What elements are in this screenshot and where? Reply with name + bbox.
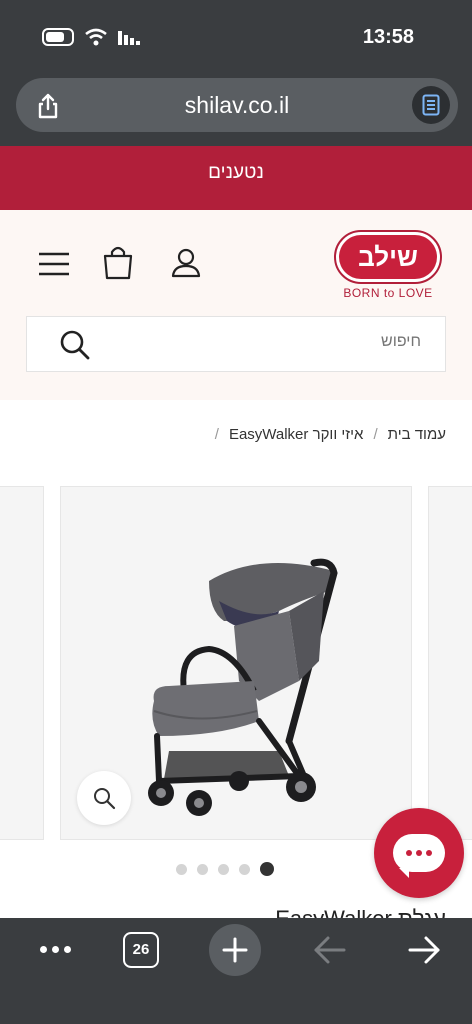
user-account-icon[interactable]	[170, 246, 202, 278]
logo-tagline: BORN to LOVE	[343, 286, 433, 300]
breadcrumb-category[interactable]: איזי ווקר EasyWalker	[229, 426, 364, 443]
chat-widget-button[interactable]	[374, 808, 464, 898]
carousel-dot[interactable]	[218, 863, 229, 875]
product-gallery[interactable]	[0, 486, 472, 842]
back-arrow-icon[interactable]	[312, 934, 348, 966]
magnifier-icon	[94, 788, 116, 810]
reader-icon	[422, 94, 440, 116]
search-input[interactable]	[121, 333, 421, 351]
hamburger-menu-icon[interactable]	[38, 252, 70, 276]
browser-toolbar: shilav.co.il	[0, 72, 472, 146]
carousel-dot[interactable]	[239, 863, 250, 875]
logo-text: שילב	[339, 235, 437, 279]
gallery-slide-prev[interactable]	[0, 486, 44, 840]
stroller-product-image	[148, 558, 338, 816]
breadcrumb: עמוד בית / איזי ווקר EasyWalker /	[215, 426, 446, 443]
carousel-dot[interactable]	[197, 863, 208, 875]
status-bar: 13:58	[0, 0, 472, 72]
more-options-icon[interactable]	[40, 946, 76, 956]
forward-arrow-icon[interactable]	[406, 934, 442, 966]
site-logo[interactable]: שילב	[334, 230, 442, 284]
promo-text: נטענים	[208, 162, 264, 183]
url-text[interactable]: shilav.co.il	[16, 92, 458, 119]
site-header: שילב BORN to LOVE	[0, 210, 472, 400]
chat-bubble-icon	[393, 834, 445, 878]
carousel-dot[interactable]	[176, 863, 187, 875]
tabs-button[interactable]: 26	[123, 932, 159, 968]
carousel-dots	[176, 862, 274, 876]
status-time: 13:58	[362, 26, 414, 48]
address-bar[interactable]: shilav.co.il	[16, 78, 458, 132]
status-icons	[42, 28, 142, 46]
promo-banner[interactable]: נטענים	[0, 146, 472, 210]
search-box[interactable]	[26, 316, 446, 372]
carousel-dot-active[interactable]	[260, 862, 274, 876]
breadcrumb-home[interactable]: עמוד בית	[388, 426, 446, 443]
breadcrumb-separator: /	[373, 426, 378, 443]
battery-icon	[42, 28, 74, 46]
browser-bottom-bar: 26	[0, 918, 472, 1024]
wifi-icon	[85, 28, 107, 46]
new-tab-button[interactable]	[209, 924, 261, 976]
breadcrumb-separator: /	[214, 426, 219, 443]
gallery-slide-current[interactable]	[60, 486, 412, 840]
zoom-button[interactable]	[77, 771, 131, 825]
plus-icon	[222, 937, 248, 963]
search-icon[interactable]	[59, 329, 91, 361]
shopping-bag-icon[interactable]	[102, 244, 134, 280]
signal-icon	[118, 31, 140, 45]
reader-mode-button[interactable]	[412, 86, 450, 124]
gallery-slide-next[interactable]	[428, 486, 472, 840]
